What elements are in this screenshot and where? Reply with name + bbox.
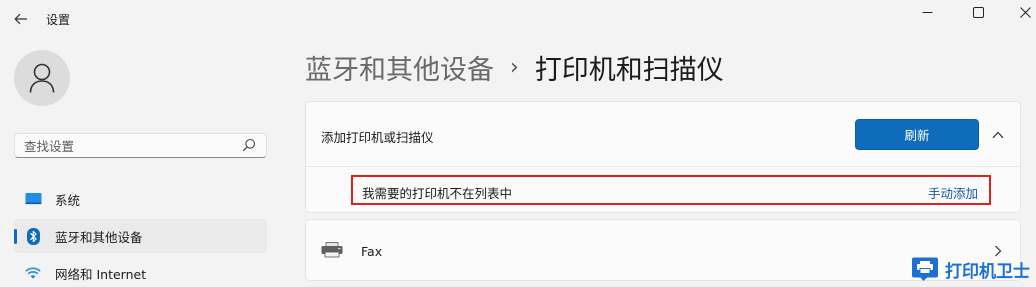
- refresh-button[interactable]: 刷新: [855, 119, 979, 150]
- page-title: 打印机和扫描仪: [534, 55, 724, 86]
- back-button[interactable]: [4, 4, 38, 34]
- sidebar-item-system[interactable]: 系统: [14, 182, 267, 216]
- maximize-icon: [972, 6, 984, 18]
- title-bar: 设置: [0, 0, 1036, 38]
- printer-not-listed-text: 我需要的打印机不在列表中: [362, 186, 513, 201]
- maximize-button[interactable]: [955, 0, 1001, 24]
- manual-add-link[interactable]: 手动添加: [928, 183, 978, 202]
- chevron-up-icon: [992, 131, 1004, 139]
- sidebar-item-label: 网络和 Internet: [55, 266, 147, 282]
- minimize-button[interactable]: [904, 0, 950, 24]
- breadcrumb-separator: ›: [510, 55, 519, 80]
- app-title: 设置: [46, 13, 71, 27]
- add-printer-label: 添加打印机或扫描仪: [321, 130, 434, 145]
- search-input[interactable]: 查找设置: [14, 133, 267, 158]
- arrow-left-icon: [14, 13, 27, 25]
- add-printer-card: 添加打印机或扫描仪 刷新 我需要的打印机不在列表中 手动添加: [305, 101, 1021, 213]
- wifi-icon: [24, 265, 42, 281]
- printer-guard-logo-icon: [912, 257, 938, 281]
- close-icon: [1019, 6, 1031, 18]
- collapse-button[interactable]: [989, 126, 1007, 144]
- sidebar-item-label: 蓝牙和其他设备: [55, 229, 143, 245]
- device-name: Fax: [361, 244, 383, 259]
- bluetooth-icon: [24, 227, 42, 245]
- sidebar-item-label: 系统: [55, 192, 81, 208]
- search-placeholder: 查找设置: [24, 139, 75, 154]
- monitor-icon: [24, 191, 42, 207]
- close-button[interactable]: [1002, 0, 1036, 24]
- watermark: 打印机卫士: [911, 256, 1030, 282]
- user-avatar[interactable]: [14, 50, 70, 106]
- watermark-text: 打印机卫士: [945, 261, 1030, 282]
- fax-printer-icon: [321, 242, 343, 262]
- breadcrumb-parent-link[interactable]: 蓝牙和其他设备: [305, 48, 494, 87]
- divider: [306, 166, 1020, 167]
- breadcrumb: 蓝牙和其他设备 › 打印机和扫描仪: [305, 48, 724, 87]
- person-icon: [29, 63, 55, 93]
- sidebar-item-bluetooth[interactable]: 蓝牙和其他设备: [14, 219, 267, 253]
- printer-not-listed-row: 我需要的打印机不在列表中 手动添加: [351, 175, 991, 205]
- search-icon[interactable]: [242, 138, 256, 152]
- minimize-icon: [922, 11, 932, 13]
- selection-indicator: [14, 229, 17, 244]
- sidebar-item-network[interactable]: 网络和 Internet: [14, 256, 267, 287]
